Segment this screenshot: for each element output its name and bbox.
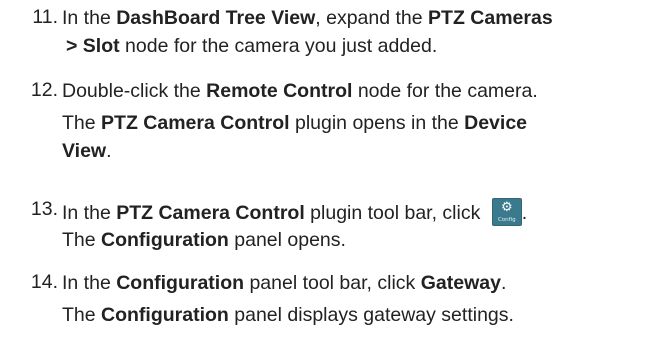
step-number: 14. [30,271,58,293]
step-12-line-1: Double-click the Remote Control node for… [62,80,538,102]
step-12-line-2: The PTZ Camera Control plugin opens in t… [62,112,528,134]
step-number: 13. [30,198,58,220]
gear-icon: ⚙ [500,200,513,215]
config-button-caption: Config [497,217,516,223]
step-14-line-1: In the Configuration panel tool bar, cli… [62,272,507,294]
step-12-line-3: View. [62,140,112,162]
step-11-line-1: In the DashBoard Tree View, expand the P… [62,7,553,29]
step-13-line-1: In the PTZ Camera Control plugin tool ba… [62,198,528,226]
config-button[interactable]: ⚙ Config [491,198,522,226]
step-number: 11. [32,6,58,28]
step-13-line-2: The Configuration panel opens. [62,229,346,251]
step-14-line-2: The Configuration panel displays gateway… [62,304,514,326]
step-number: 12. [30,79,58,101]
step-11-line-2: > Slot node for the camera you just adde… [66,35,438,57]
